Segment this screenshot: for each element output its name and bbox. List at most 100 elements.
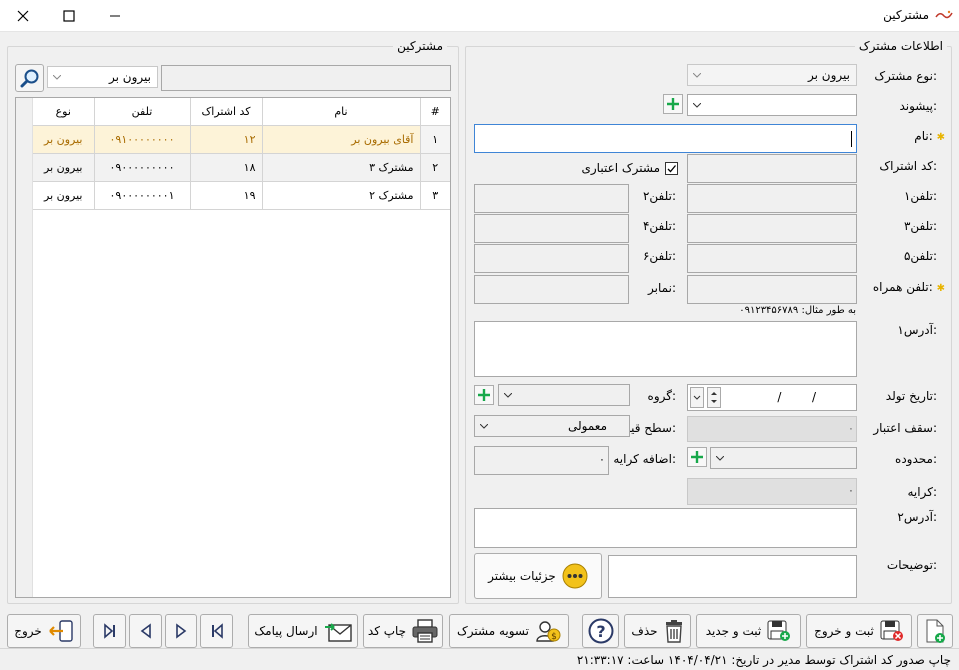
date-dropdown-button[interactable] — [690, 387, 704, 408]
credit-customer-checkbox-row[interactable]: مشترک اعتباری — [574, 160, 678, 178]
more-dots-icon — [562, 563, 588, 589]
cell-code: ۱۹ — [190, 181, 263, 210]
spinner-arrows-icon — [711, 392, 717, 403]
group-select[interactable] — [498, 384, 630, 406]
svg-text:?: ? — [596, 622, 605, 641]
chevron-down-icon — [693, 72, 701, 78]
phone5-label: تلفن۵: — [903, 249, 937, 263]
save-close-icon — [880, 620, 903, 641]
address1-textarea[interactable] — [474, 321, 857, 377]
print-code-button[interactable]: چاپ کد — [363, 614, 443, 648]
price-level-value: معمولی — [567, 419, 607, 433]
cell-num: ۲ — [420, 153, 450, 182]
search-button[interactable] — [15, 64, 44, 92]
address2-label: آدرس۲: — [897, 510, 937, 524]
customer-type-select[interactable]: بیرون بر — [687, 64, 857, 86]
table-row[interactable]: بیرون بر ۰۹۰۰۰۰۰۰۰۰۰ ۱۸ مشترک ۳ ۲ — [33, 153, 450, 182]
more-details-label: جزئیات بیشتر — [488, 569, 556, 583]
column-header-name[interactable]: نام — [262, 98, 421, 126]
save-new-button[interactable]: ثبت و جدید — [696, 614, 801, 648]
more-details-button[interactable]: جزئیات بیشتر — [474, 553, 602, 599]
last-record-button[interactable] — [93, 614, 126, 648]
credit-limit-input[interactable]: ۰ — [687, 416, 857, 442]
extra-fare-label: اضافه کرایه: — [613, 452, 676, 466]
extra-fare-input[interactable]: ۰ — [474, 446, 609, 475]
chevron-down-icon — [504, 392, 512, 398]
cell-code: ۱۸ — [190, 153, 263, 182]
table-row[interactable]: بیرون بر ۰۹۰۰۰۰۰۰۰۰۱ ۱۹ مشترک ۲ ۳ — [33, 181, 450, 210]
previous-record-button[interactable] — [165, 614, 197, 648]
save-exit-button[interactable]: ثبت و خروج — [806, 614, 912, 648]
new-customer-button[interactable] — [917, 614, 953, 648]
fare-value: ۰ — [848, 484, 854, 497]
cell-name: مشترک ۳ — [262, 153, 421, 182]
credit-customer-checkbox[interactable] — [665, 162, 678, 175]
exit-label: خروج — [14, 624, 42, 638]
table-row[interactable]: بیرون بر ۰۹۱۰۰۰۰۰۰۰۰ ۱۲ آقای بیرون بر ۱ — [33, 125, 450, 154]
code-input[interactable] — [687, 154, 857, 183]
status-bar: چاپ صدور کد اشتراک توسط مدیر در تاریخ: ۱… — [0, 648, 959, 670]
phone2-input[interactable] — [474, 184, 629, 213]
mobile-label-wrap: تلفن همراه: ✱ — [873, 280, 945, 294]
column-header-num[interactable]: # — [420, 98, 450, 126]
birth-date-input[interactable]: / / — [687, 384, 857, 411]
cell-num: ۱ — [420, 125, 450, 154]
add-prefix-button[interactable] — [663, 94, 683, 114]
grid-scrollbar[interactable] — [16, 98, 33, 597]
cell-phone: ۰۹۱۰۰۰۰۰۰۰۰ — [94, 125, 191, 154]
column-header-code[interactable]: کد اشتراک — [190, 98, 263, 126]
print-code-label: چاپ کد — [367, 624, 407, 638]
printer-icon — [412, 619, 438, 643]
fare-input[interactable]: ۰ — [687, 478, 857, 505]
exit-button[interactable]: خروج — [7, 614, 81, 648]
exit-door-icon — [49, 620, 73, 642]
help-button[interactable]: ? — [582, 614, 619, 648]
list-filter-select[interactable]: بیرون بر — [47, 66, 158, 88]
customers-table: نوع تلفن کد اشتراک نام # بیرون بر ۰۹۱۰۰۰… — [33, 98, 450, 210]
fare-label: کرایه: — [907, 485, 938, 499]
chevron-down-icon — [53, 74, 61, 80]
skip-to-end-icon — [103, 623, 115, 639]
checkmark-icon — [667, 165, 676, 173]
price-level-select[interactable]: معمولی — [474, 415, 630, 437]
minimize-window-button[interactable] — [92, 0, 138, 32]
maximize-window-button[interactable] — [46, 0, 92, 32]
date-spinner[interactable] — [707, 387, 721, 408]
add-area-button[interactable] — [687, 447, 707, 467]
phone2-label: تلفن۲: — [642, 189, 676, 203]
column-header-phone[interactable]: تلفن — [94, 98, 191, 126]
cell-type: بیرون بر — [33, 153, 95, 182]
send-sms-button[interactable]: ارسال پیامک — [248, 614, 358, 648]
phone3-input[interactable] — [687, 214, 857, 243]
delete-button[interactable]: حذف — [624, 614, 691, 648]
close-window-button[interactable] — [0, 0, 46, 32]
prefix-select[interactable] — [687, 94, 857, 116]
minimize-icon — [110, 15, 120, 17]
area-select[interactable] — [710, 447, 857, 469]
text-cursor — [851, 131, 852, 147]
cell-type: بیرون بر — [33, 125, 95, 154]
trash-icon — [665, 620, 682, 643]
mobile-input[interactable] — [687, 275, 857, 304]
notes-textarea[interactable] — [608, 555, 857, 598]
phone4-input[interactable] — [474, 214, 629, 243]
fax-input[interactable] — [474, 275, 629, 304]
name-input[interactable] — [474, 124, 857, 153]
send-sms-label: ارسال پیامک — [254, 624, 318, 638]
phone1-input[interactable] — [687, 184, 857, 213]
list-search-input[interactable] — [161, 65, 451, 91]
address1-label: آدرس۱: — [897, 323, 937, 337]
next-record-button[interactable] — [129, 614, 162, 648]
help-icon: ? — [588, 618, 613, 644]
phone5-input[interactable] — [687, 244, 857, 273]
delete-label: حذف — [631, 624, 658, 638]
add-group-button[interactable] — [474, 385, 494, 405]
settle-customer-button[interactable]: $ تسویه مشترک — [449, 614, 569, 648]
column-header-type[interactable]: نوع — [33, 98, 95, 126]
first-record-button[interactable] — [200, 614, 233, 648]
address2-textarea[interactable] — [474, 508, 857, 548]
plus-icon — [667, 98, 679, 110]
birth-date-label: تاریخ تولد: — [885, 389, 937, 403]
cell-phone: ۰۹۰۰۰۰۰۰۰۰۱ — [94, 181, 191, 210]
phone6-input[interactable] — [474, 244, 629, 273]
